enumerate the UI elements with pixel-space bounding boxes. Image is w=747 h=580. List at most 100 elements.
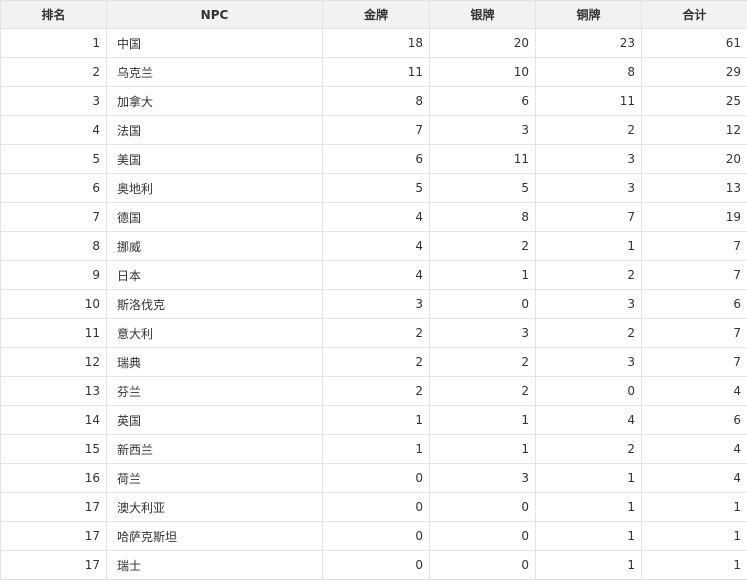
cell-gold: 0 — [323, 493, 430, 522]
cell-silver: 0 — [430, 290, 536, 319]
cell-npc: 美国 — [107, 145, 323, 174]
table-header: 排名 NPC 金牌 银牌 铜牌 合计 — [1, 1, 747, 29]
cell-silver: 3 — [430, 319, 536, 348]
cell-silver: 0 — [430, 493, 536, 522]
cell-rank: 5 — [1, 145, 107, 174]
header-rank[interactable]: 排名 — [1, 1, 107, 29]
cell-silver: 2 — [430, 348, 536, 377]
cell-rank: 12 — [1, 348, 107, 377]
cell-rank: 17 — [1, 551, 107, 580]
table-row: 14英国1146 — [1, 406, 747, 435]
cell-npc: 斯洛伐克 — [107, 290, 323, 319]
header-silver[interactable]: 银牌 — [430, 1, 536, 29]
table-row: 10斯洛伐克3036 — [1, 290, 747, 319]
header-npc[interactable]: NPC — [107, 1, 323, 29]
cell-gold: 5 — [323, 174, 430, 203]
medal-table: 排名 NPC 金牌 银牌 铜牌 合计 1中国182023612乌克兰111082… — [0, 0, 747, 580]
cell-npc: 瑞典 — [107, 348, 323, 377]
header-bronze[interactable]: 铜牌 — [536, 1, 642, 29]
cell-bronze: 0 — [536, 377, 642, 406]
cell-silver: 2 — [430, 377, 536, 406]
cell-rank: 9 — [1, 261, 107, 290]
cell-bronze: 4 — [536, 406, 642, 435]
cell-total: 1 — [642, 522, 747, 551]
cell-bronze: 1 — [536, 551, 642, 580]
cell-total: 4 — [642, 435, 747, 464]
cell-npc: 哈萨克斯坦 — [107, 522, 323, 551]
cell-gold: 3 — [323, 290, 430, 319]
cell-silver: 3 — [430, 464, 536, 493]
table-row: 15新西兰1124 — [1, 435, 747, 464]
table-row: 2乌克兰1110829 — [1, 58, 747, 87]
cell-gold: 0 — [323, 464, 430, 493]
cell-npc: 意大利 — [107, 319, 323, 348]
cell-total: 7 — [642, 319, 747, 348]
cell-silver: 8 — [430, 203, 536, 232]
header-total[interactable]: 合计 — [642, 1, 747, 29]
cell-gold: 2 — [323, 319, 430, 348]
cell-total: 1 — [642, 551, 747, 580]
cell-rank: 4 — [1, 116, 107, 145]
cell-rank: 17 — [1, 522, 107, 551]
cell-total: 61 — [642, 29, 747, 58]
table-row: 5美国611320 — [1, 145, 747, 174]
cell-gold: 0 — [323, 551, 430, 580]
cell-gold: 8 — [323, 87, 430, 116]
cell-npc: 加拿大 — [107, 87, 323, 116]
cell-rank: 11 — [1, 319, 107, 348]
cell-gold: 7 — [323, 116, 430, 145]
cell-total: 4 — [642, 464, 747, 493]
cell-bronze: 1 — [536, 232, 642, 261]
cell-silver: 10 — [430, 58, 536, 87]
cell-silver: 2 — [430, 232, 536, 261]
cell-npc: 乌克兰 — [107, 58, 323, 87]
table-row: 17瑞士0011 — [1, 551, 747, 580]
cell-npc: 澳大利亚 — [107, 493, 323, 522]
cell-total: 7 — [642, 232, 747, 261]
cell-bronze: 2 — [536, 435, 642, 464]
cell-bronze: 1 — [536, 522, 642, 551]
cell-rank: 16 — [1, 464, 107, 493]
cell-gold: 2 — [323, 377, 430, 406]
cell-silver: 3 — [430, 116, 536, 145]
cell-rank: 17 — [1, 493, 107, 522]
header-gold[interactable]: 金牌 — [323, 1, 430, 29]
cell-rank: 7 — [1, 203, 107, 232]
cell-gold: 4 — [323, 261, 430, 290]
cell-npc: 中国 — [107, 29, 323, 58]
cell-silver: 1 — [430, 261, 536, 290]
cell-total: 13 — [642, 174, 747, 203]
cell-rank: 13 — [1, 377, 107, 406]
cell-total: 4 — [642, 377, 747, 406]
cell-gold: 18 — [323, 29, 430, 58]
cell-npc: 英国 — [107, 406, 323, 435]
table-row: 12瑞典2237 — [1, 348, 747, 377]
cell-total: 12 — [642, 116, 747, 145]
cell-bronze: 3 — [536, 348, 642, 377]
cell-bronze: 1 — [536, 464, 642, 493]
cell-silver: 6 — [430, 87, 536, 116]
cell-bronze: 8 — [536, 58, 642, 87]
cell-gold: 4 — [323, 203, 430, 232]
cell-npc: 德国 — [107, 203, 323, 232]
cell-silver: 0 — [430, 551, 536, 580]
cell-gold: 2 — [323, 348, 430, 377]
cell-total: 25 — [642, 87, 747, 116]
cell-bronze: 3 — [536, 290, 642, 319]
cell-npc: 挪威 — [107, 232, 323, 261]
cell-bronze: 2 — [536, 261, 642, 290]
cell-total: 19 — [642, 203, 747, 232]
cell-silver: 1 — [430, 435, 536, 464]
cell-rank: 14 — [1, 406, 107, 435]
cell-gold: 11 — [323, 58, 430, 87]
cell-silver: 0 — [430, 522, 536, 551]
cell-silver: 11 — [430, 145, 536, 174]
cell-gold: 1 — [323, 406, 430, 435]
table-body: 1中国182023612乌克兰11108293加拿大8611254法国73212… — [1, 29, 747, 580]
cell-total: 1 — [642, 493, 747, 522]
table-row: 7德国48719 — [1, 203, 747, 232]
cell-gold: 0 — [323, 522, 430, 551]
cell-bronze: 2 — [536, 116, 642, 145]
cell-total: 7 — [642, 261, 747, 290]
cell-silver: 20 — [430, 29, 536, 58]
